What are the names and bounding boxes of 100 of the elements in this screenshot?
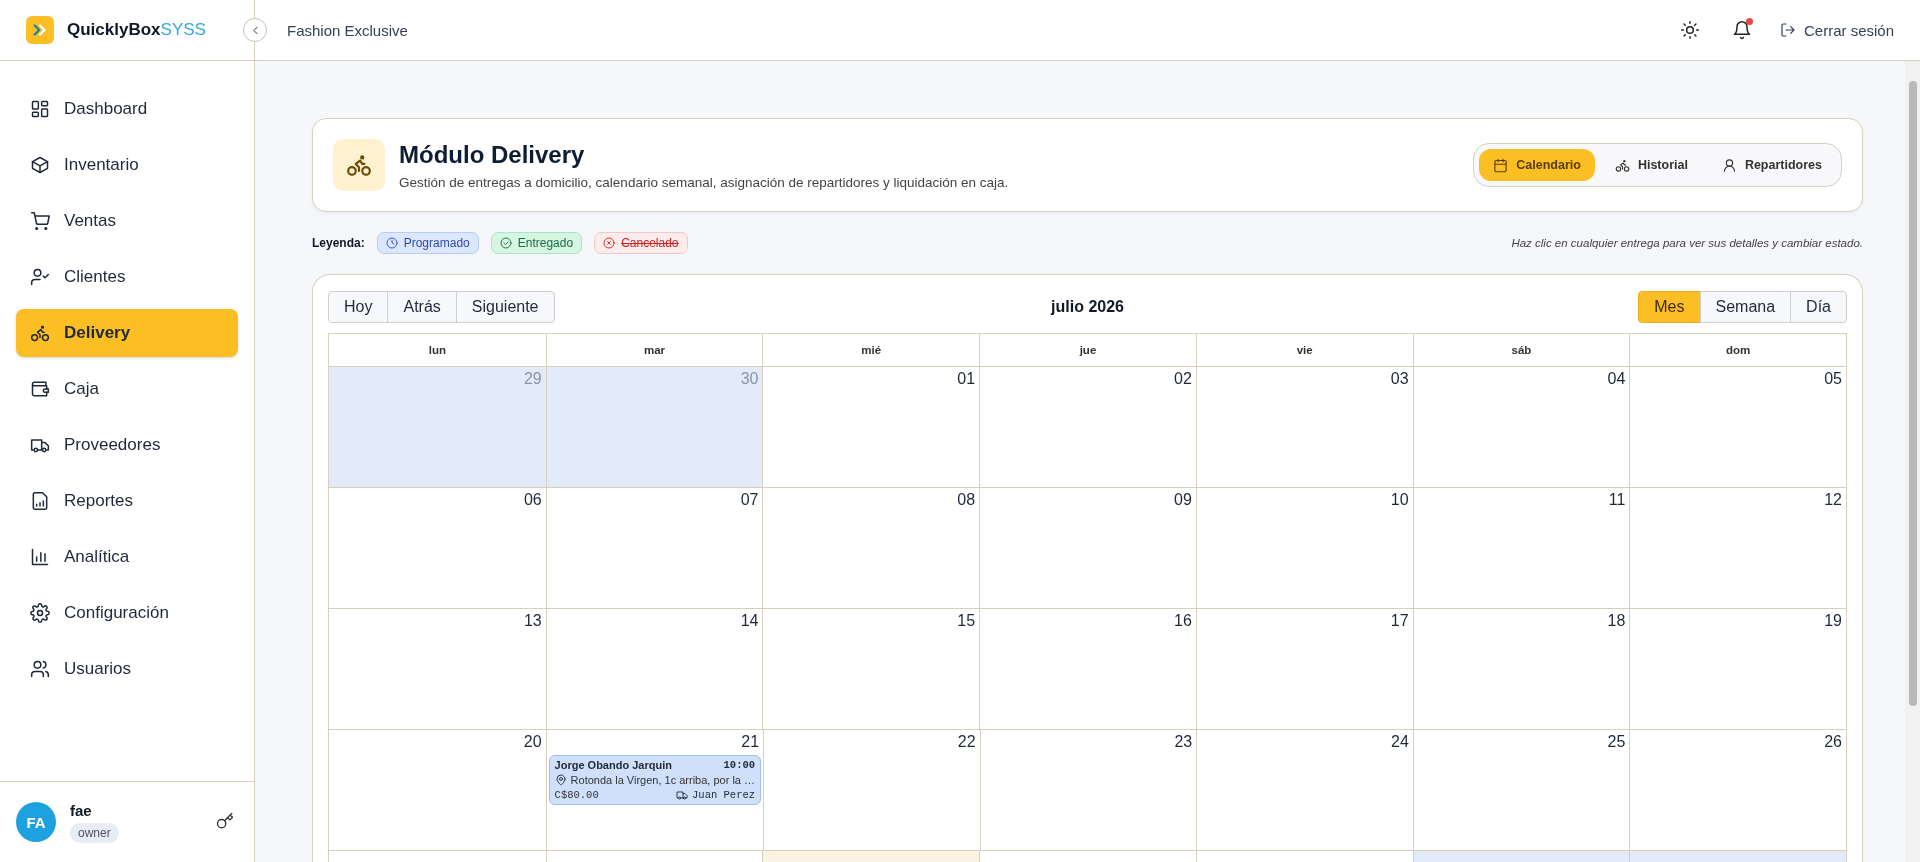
- day-number: 10: [1390, 491, 1410, 509]
- day-cell[interactable]: 18: [1412, 609, 1630, 730]
- day-number: 12: [1824, 491, 1843, 509]
- day-cell[interactable]: 08: [762, 488, 980, 609]
- day-number: 03: [1390, 370, 1410, 388]
- day-cell[interactable]: 26: [1629, 730, 1846, 851]
- sidebar-item[interactable]: Delivery: [16, 309, 238, 357]
- package-icon: [30, 155, 50, 175]
- brand-name: QuicklyBoxSYSS: [67, 20, 206, 40]
- module-tab[interactable]: Historial: [1600, 149, 1702, 181]
- day-number: 20: [523, 733, 543, 751]
- day-cell[interactable]: 19: [1629, 609, 1846, 730]
- day-cell[interactable]: 09: [979, 488, 1196, 609]
- status-chip: Programado: [376, 232, 479, 254]
- event-amount: C$80.00: [554, 789, 600, 801]
- delivery-event[interactable]: Jorge Obando Jarquin 10:00 Rotonda la Virgen, 1c arriba, por la … C$80.00 Juan Perez: [548, 755, 762, 805]
- x-circle-icon: [603, 237, 616, 249]
- calendar-nav-button[interactable]: Siguiente: [455, 291, 555, 323]
- sidebar-item[interactable]: Reportes: [16, 477, 238, 525]
- view-toggle-button[interactable]: Día: [1790, 291, 1847, 323]
- clock-icon: [385, 237, 398, 249]
- logout-icon: [1779, 22, 1796, 38]
- calendar-nav-button[interactable]: Atrás: [387, 291, 457, 323]
- wallet-icon: [30, 379, 50, 399]
- key-icon: [216, 811, 234, 830]
- day-number: 26: [1824, 733, 1843, 751]
- truck-icon: [676, 789, 689, 801]
- day-number: 06: [523, 491, 543, 509]
- day-cell[interactable]: 23: [979, 730, 1197, 851]
- calendar-icon: [1493, 157, 1509, 173]
- logout-button[interactable]: Cerrar sesión: [1779, 21, 1894, 39]
- day-number: 21: [741, 733, 761, 751]
- day-number: 29: [523, 370, 543, 388]
- day-cell[interactable]: 02: [979, 367, 1196, 488]
- module-tab[interactable]: Repartidores: [1707, 149, 1836, 181]
- bicycle-icon: [333, 139, 385, 191]
- module-subtitle: Gestión de entregas a domicilio, calendario semanal, asignación de repartidores y liquidación en caja.: [399, 174, 1010, 190]
- role-badge: owner: [70, 822, 119, 843]
- day-cell[interactable]: 16: [979, 609, 1196, 730]
- day-cell[interactable]: 14: [545, 609, 763, 730]
- calendar-nav-button[interactable]: Hoy: [328, 291, 389, 323]
- sidebar-item[interactable]: Clientes: [16, 253, 238, 301]
- day-number: 18: [1607, 612, 1627, 630]
- driver-name: Juan Perez: [692, 789, 756, 801]
- day-number: 02: [1174, 370, 1193, 388]
- day-number: 19: [1824, 612, 1843, 630]
- sidebar-item[interactable]: Analítica: [16, 533, 238, 581]
- bicycle-icon: [1614, 157, 1630, 173]
- module-tab[interactable]: Calendario: [1479, 149, 1595, 181]
- day-cell[interactable]: 10: [1195, 488, 1413, 609]
- day-cell[interactable]: 15: [762, 609, 980, 730]
- day-cell[interactable]: 22: [763, 730, 980, 851]
- day-number: 25: [1607, 733, 1627, 751]
- hint-text: Haz clic en cualquier entrega para ver sus detalles y cambiar estado.: [1511, 237, 1863, 249]
- sun-icon: [1679, 20, 1700, 40]
- status-chip: Cancelado: [594, 232, 688, 254]
- day-number: 07: [740, 491, 760, 509]
- map-pin-icon: [554, 774, 567, 786]
- day-number: 01: [957, 370, 977, 388]
- day-cell[interactable]: 25: [1412, 730, 1630, 851]
- client-name: Jorge Obando Jarquin: [554, 759, 673, 771]
- day-number: 22: [957, 733, 977, 751]
- sidebar-item[interactable]: Proveedores: [16, 421, 238, 469]
- day-number: 30: [740, 370, 760, 388]
- day-cell[interactable]: 11: [1412, 488, 1630, 609]
- day-cell[interactable]: 05: [1629, 367, 1846, 488]
- day-cell[interactable]: 07: [545, 488, 763, 609]
- day-cell[interactable]: 12: [1629, 488, 1846, 609]
- event-time: 10:00: [723, 759, 756, 771]
- legend-label: Leyenda:: [312, 236, 365, 250]
- sidebar-item[interactable]: Ventas: [16, 197, 238, 245]
- day-cell[interactable]: 04: [1412, 367, 1630, 488]
- day-number: 14: [740, 612, 760, 630]
- app-logo: [26, 16, 54, 44]
- view-toggle-button[interactable]: Semana: [1699, 291, 1792, 323]
- day-cell[interactable]: 24: [1196, 730, 1413, 851]
- day-cell[interactable]: 03: [1195, 367, 1413, 488]
- sidebar-item[interactable]: Configuración: [16, 589, 238, 637]
- grid-icon: [30, 99, 50, 119]
- cart-icon: [30, 211, 50, 231]
- scrollbar[interactable]: [1905, 61, 1920, 862]
- calendar-title: julio 2026: [1051, 298, 1124, 316]
- day-cell[interactable]: 21 Jorge Obando Jarquin 10:00 Rotonda la Virgen, 1c arriba, por la … C$80.00 Juan Perez: [545, 730, 764, 851]
- sidebar-item[interactable]: Caja: [16, 365, 238, 413]
- day-number: 08: [957, 491, 977, 509]
- user-check-icon: [30, 267, 50, 287]
- bicycle-icon: [30, 323, 50, 343]
- day-number: 04: [1607, 370, 1627, 388]
- day-cell[interactable]: 01: [762, 367, 980, 488]
- sidebar-item[interactable]: Inventario: [16, 141, 238, 189]
- status-chip: Entregado: [490, 232, 583, 254]
- user-avatar: FA: [16, 802, 56, 842]
- sidebar-item[interactable]: Usuarios: [16, 645, 238, 693]
- day-cell[interactable]: 17: [1195, 609, 1413, 730]
- day-number: 09: [1174, 491, 1193, 509]
- module-title: Módulo Delivery: [399, 140, 586, 169]
- sidebar-item[interactable]: Dashboard: [16, 85, 238, 133]
- settings-icon: [30, 603, 50, 623]
- view-toggle-button[interactable]: Mes: [1638, 291, 1701, 323]
- day-number: 11: [1608, 491, 1627, 509]
